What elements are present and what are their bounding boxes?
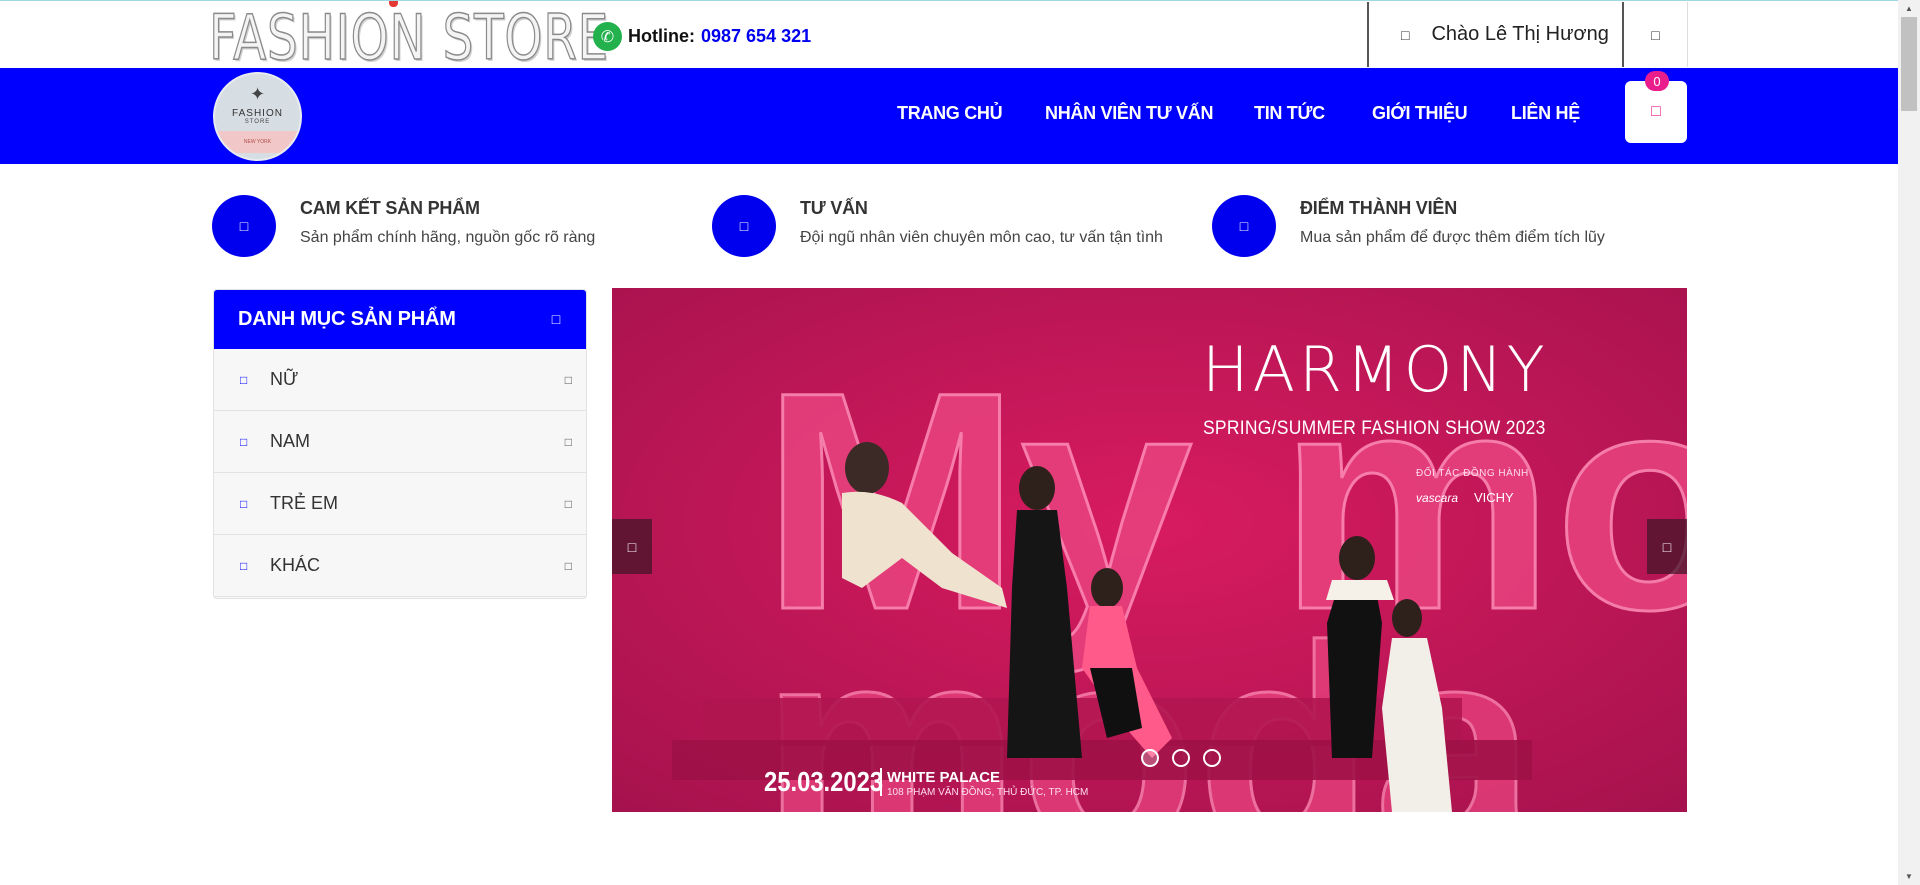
nav-item-home[interactable]: TRANG CHỦ (897, 103, 1003, 124)
user-icon: □ (1401, 26, 1410, 43)
logo-line-1: FASHION (232, 108, 283, 119)
chevron-right-icon: □ (1662, 538, 1672, 555)
category-label: TRẺ EM (270, 493, 339, 513)
menu-icon: □ (551, 311, 560, 327)
category-bullet-icon: □ (240, 559, 248, 573)
feature-commitment: □ CAM KẾT SẢN PHẨM Sản phẩm chính hãng, … (212, 195, 595, 257)
slider-prev-button[interactable]: □ (612, 519, 652, 574)
star-icon: □ (1212, 195, 1276, 257)
partner-label: ĐỐI TÁC ĐỒNG HÀNH (1416, 468, 1529, 479)
category-bullet-icon: □ (240, 435, 248, 449)
brand-title: HARMONY (1202, 333, 1549, 406)
slider-dot-2[interactable] (1172, 749, 1190, 767)
scroll-down-arrow-icon[interactable]: ▼ (1898, 868, 1920, 885)
chevron-right-icon: □ (564, 559, 572, 573)
category-bullet-icon: □ (240, 497, 248, 511)
nav-item-about[interactable]: GIỚI THIỆU (1372, 103, 1468, 124)
nav-item-consultants[interactable]: NHÂN VIÊN TƯ VẤN (1045, 103, 1213, 124)
scroll-thumb[interactable] (1901, 17, 1917, 111)
slider-dot-3[interactable] (1203, 749, 1221, 767)
phone-icon: ✆ (593, 22, 622, 51)
hotline-number[interactable]: 0987 654 321 (701, 26, 811, 47)
slider-dot-1[interactable] (1141, 749, 1159, 767)
top-bar: FASHION STORE ✆ Hotline: 0987 654 321 □ … (0, 0, 1898, 73)
page-scrollbar[interactable]: ▲ ▼ (1898, 0, 1920, 885)
category-label: KHÁC (270, 555, 321, 575)
headset-icon: □ (712, 195, 776, 257)
chevron-right-icon: □ (564, 373, 572, 387)
feature-member-points: □ ĐIỂM THÀNH VIÊN Mua sản phẩm để được t… (1212, 195, 1605, 257)
slider-dots (1141, 749, 1221, 767)
category-title: DANH MỤC SẢN PHẨM (238, 308, 456, 330)
category-item-other[interactable]: □ KHÁC □ (214, 535, 586, 597)
scroll-up-arrow-icon[interactable]: ▲ (1898, 0, 1920, 17)
category-label: NỮ (270, 369, 299, 389)
feature-desc: Mua sản phẩm để được thêm điểm tích lũy (1300, 229, 1605, 246)
event-venue: WHITE PALACE (887, 769, 1001, 786)
nav-item-news[interactable]: TIN TỨC (1254, 103, 1325, 124)
event-address: 108 PHẠM VĂN ĐỒNG, THỦ ĐỨC, TP. HCM (887, 787, 1089, 798)
feature-desc: Sản phẩm chính hãng, nguồn gốc rõ ràng (300, 229, 596, 246)
category-header[interactable]: DANH MỤC SẢN PHẨM □ (214, 290, 586, 349)
bird-icon: ✦ (249, 84, 266, 104)
shopping-bag-icon: □ (1651, 103, 1661, 120)
cart-count-badge: 0 (1645, 71, 1669, 91)
logo-line-3: NEW YORK (215, 131, 300, 153)
category-bullet-icon: □ (240, 373, 248, 387)
partner-logo-vichy: VICHY (1474, 490, 1514, 505)
category-item-kids[interactable]: □ TRẺ EM □ (214, 473, 586, 535)
hotline-label: Hotline: (628, 26, 695, 46)
show-subtitle: SPRING/SUMMER FASHION SHOW 2023 (1203, 418, 1546, 439)
feature-title: CAM KẾT SẢN PHẨM (300, 198, 480, 218)
chevron-left-icon: □ (627, 538, 637, 555)
nav-item-contact[interactable]: LIÊN HỆ (1511, 103, 1580, 124)
logout-icon: □ (1651, 26, 1660, 43)
logo-line-2: STORE (244, 119, 271, 125)
event-divider (880, 768, 882, 796)
category-item-men[interactable]: □ NAM □ (214, 411, 586, 473)
check-icon: □ (212, 195, 276, 257)
slider-next-button[interactable]: □ (1647, 519, 1687, 574)
main-navbar: ✦ FASHION STORE NEW YORK TRANG CHỦ NHÂN … (0, 68, 1898, 164)
hero-slider[interactable]: My moda moda HARMONY SPRING/SUMMER FASHI… (612, 288, 1687, 812)
brand-logo[interactable]: ✦ FASHION STORE NEW YORK (213, 72, 302, 161)
chevron-right-icon: □ (564, 435, 572, 449)
feature-consulting: □ TƯ VẤN Đội ngũ nhân viên chuyên môn ca… (712, 195, 1163, 257)
feature-title: ĐIỂM THÀNH VIÊN (1300, 198, 1458, 218)
logout-button[interactable]: □ (1624, 2, 1688, 67)
partner-logo-vascara: vascara (1416, 491, 1459, 505)
event-date: 25.03.2023 (764, 766, 884, 797)
user-greeting-button[interactable]: □ Chào Lê Thị Hương (1367, 2, 1624, 67)
user-greeting: Chào Lê Thị Hương (1431, 23, 1609, 45)
category-menu: DANH MỤC SẢN PHẨM □ □ NỮ □ □ NAM □ □ TRẺ… (213, 289, 587, 599)
hotline: ✆ Hotline: 0987 654 321 (593, 22, 811, 51)
feature-title: TƯ VẤN (800, 198, 868, 218)
category-label: NAM (270, 431, 310, 451)
feature-desc: Đội ngũ nhân viên chuyên môn cao, tư vấn… (800, 229, 1163, 246)
site-logo[interactable]: FASHION STORE (208, 2, 609, 74)
category-item-women[interactable]: □ NỮ □ (214, 349, 586, 411)
chevron-right-icon: □ (564, 497, 572, 511)
